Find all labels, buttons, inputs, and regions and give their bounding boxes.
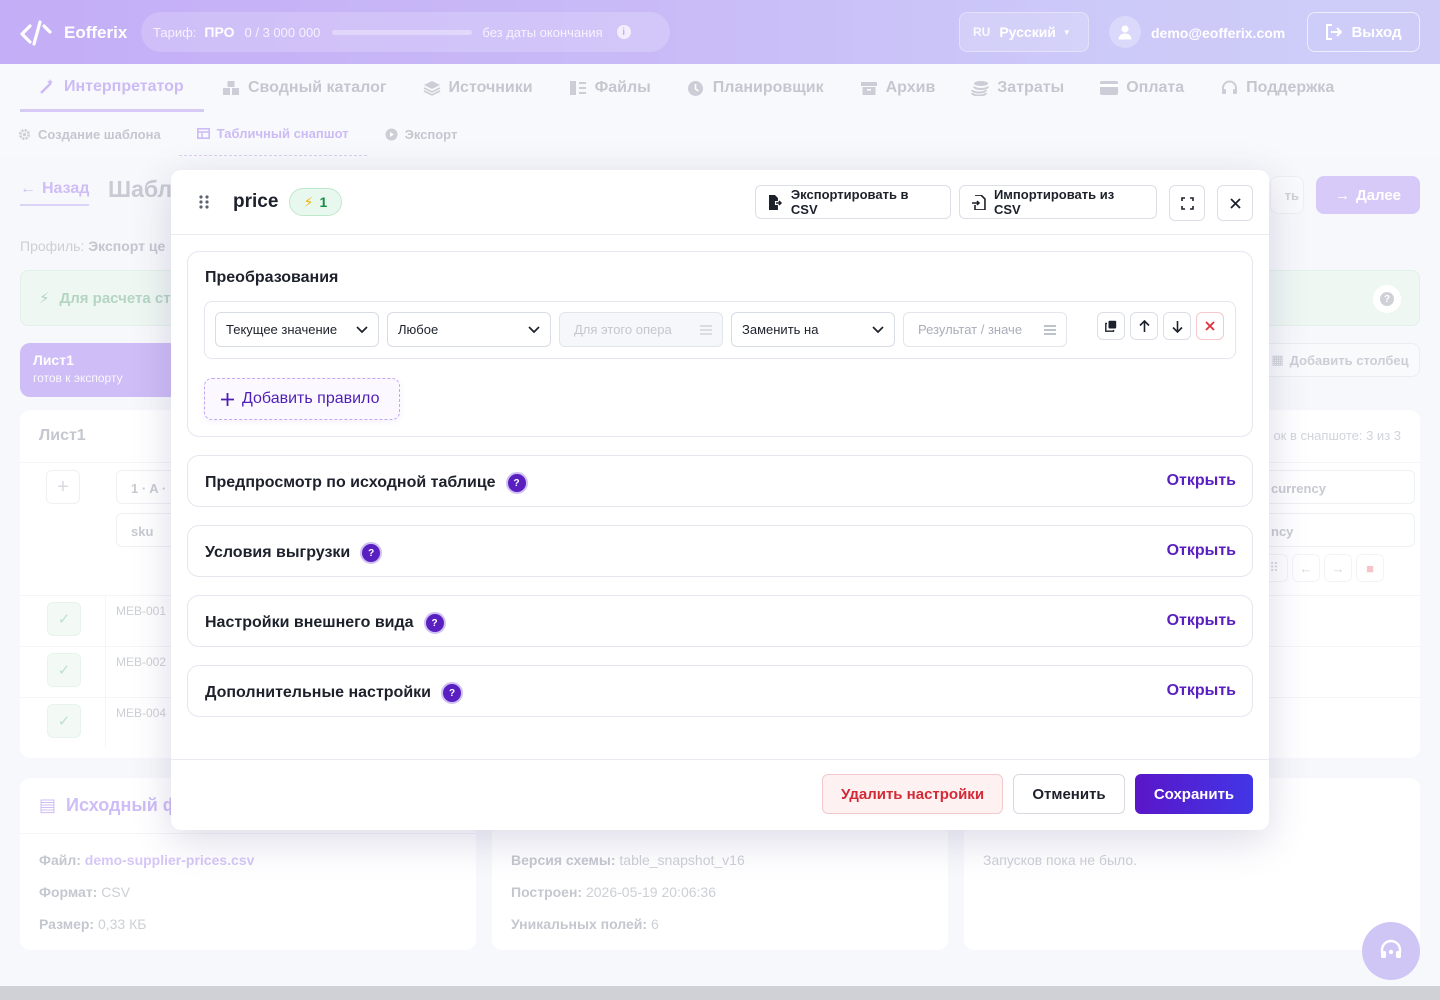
transform-rule: Текущее значение Любое Для этого опера З… — [204, 301, 1236, 359]
fullscreen-icon — [1180, 196, 1194, 210]
export-csv-button[interactable]: Экспортировать в CSV — [755, 185, 951, 219]
column-settings-modal: price ⚡ 1 Экспортировать в CSV Импортиров… — [171, 170, 1269, 830]
section-title-text: Условия выгрузки — [205, 544, 351, 561]
section-title-text: Настройки внешнего вида — [205, 614, 414, 631]
move-up-button[interactable] — [1130, 312, 1158, 340]
operand-input[interactable]: Для этого опера — [559, 312, 723, 347]
arrow-up-icon — [1138, 319, 1150, 332]
close-button[interactable] — [1217, 185, 1253, 221]
open-link[interactable]: Открыть — [1167, 472, 1236, 490]
select-value: Любое — [398, 322, 439, 337]
chevron-down-icon — [872, 325, 884, 333]
source-select[interactable]: Текущее значение — [215, 312, 379, 347]
duplicate-rule-button[interactable] — [1097, 312, 1125, 340]
list-icon — [1044, 324, 1056, 335]
help-icon[interactable]: ? — [423, 612, 446, 634]
list-icon — [700, 324, 712, 335]
select-value: Текущее значение — [226, 322, 338, 337]
import-csv-label: Импортировать из CSV — [993, 187, 1115, 217]
help-icon[interactable]: ? — [441, 682, 463, 704]
move-down-button[interactable] — [1163, 312, 1191, 340]
arrow-down-icon — [1171, 320, 1183, 333]
rules-count-badge: ⚡ 1 — [289, 188, 342, 216]
delete-rule-button[interactable] — [1196, 312, 1224, 340]
section-title: Настройки внешнего вида? — [205, 612, 446, 634]
cancel-button[interactable]: Отменить — [1013, 774, 1125, 814]
fullscreen-button[interactable] — [1169, 185, 1205, 221]
section-title: Преобразования — [205, 269, 339, 286]
import-csv-button[interactable]: Импортировать из CSV — [959, 185, 1157, 219]
close-icon — [1229, 197, 1241, 209]
plus-icon — [221, 392, 234, 406]
delete-settings-button[interactable]: Удалить настройки — [822, 774, 1003, 814]
file-export-icon — [768, 194, 783, 210]
badge-count: 1 — [319, 194, 328, 210]
modal-title: price — [233, 191, 279, 212]
bolt-icon: ⚡ — [303, 193, 314, 210]
result-placeholder: Результат / значе — [918, 322, 1023, 337]
select-value: Заменить на — [742, 322, 819, 337]
chevron-down-icon — [356, 325, 368, 333]
open-link[interactable]: Открыть — [1167, 682, 1236, 700]
open-link[interactable]: Открыть — [1167, 612, 1236, 630]
preview-section[interactable]: Предпросмотр по исходной таблице? Открыт… — [187, 455, 1253, 507]
open-link[interactable]: Открыть — [1167, 542, 1236, 560]
appearance-section[interactable]: Настройки внешнего вида? Открыть — [187, 595, 1253, 647]
close-icon — [1205, 321, 1215, 331]
file-import-icon — [972, 194, 986, 210]
help-icon[interactable]: ? — [505, 472, 528, 494]
drag-handle-icon[interactable] — [199, 195, 209, 209]
modal-header: price ⚡ 1 Экспортировать в CSV Импортиров… — [171, 170, 1269, 235]
copy-icon — [1105, 320, 1117, 332]
modal-footer: Удалить настройки Отменить Сохранить — [171, 759, 1269, 830]
help-icon[interactable]: ? — [360, 542, 383, 564]
section-title: Дополнительные настройки? — [205, 682, 463, 704]
save-button[interactable]: Сохранить — [1135, 774, 1253, 814]
additional-settings-section[interactable]: Дополнительные настройки? Открыть — [187, 665, 1253, 717]
add-rule-button[interactable]: Добавить правило — [204, 378, 400, 420]
section-title-text: Предпросмотр по исходной таблице — [205, 474, 496, 491]
section-title: Условия выгрузки? — [205, 542, 383, 564]
action-select[interactable]: Заменить на — [731, 312, 895, 347]
section-title: Предпросмотр по исходной таблице? — [205, 472, 528, 494]
result-input[interactable]: Результат / значе — [903, 312, 1067, 347]
export-csv-label: Экспортировать в CSV — [790, 187, 909, 217]
section-title-text: Дополнительные настройки — [205, 684, 431, 701]
export-conditions-section[interactable]: Условия выгрузки? Открыть — [187, 525, 1253, 577]
operand-placeholder: Для этого опера — [574, 322, 672, 337]
transformations-section: Преобразования Текущее значение Любое Дл… — [187, 251, 1253, 437]
add-rule-label: Добавить правило — [242, 390, 380, 407]
condition-select[interactable]: Любое — [387, 312, 551, 347]
chevron-down-icon — [528, 325, 540, 333]
